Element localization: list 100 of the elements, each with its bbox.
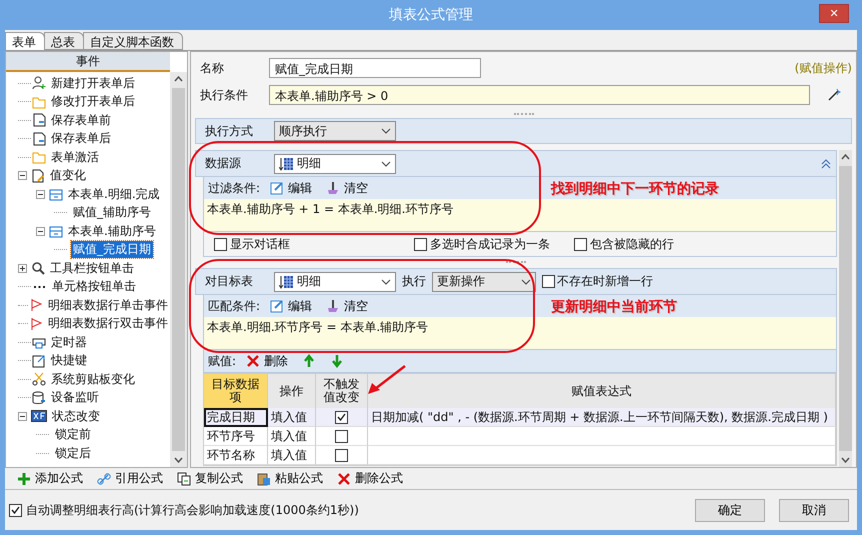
checkbox[interactable] [214,238,227,250]
collapse-toggle-icon[interactable] [18,171,27,180]
tree-item[interactable]: 本表单.辅助序号 [66,222,158,240]
database-icon [32,390,46,405]
table-icon [279,156,293,170]
shortcut-icon [32,354,46,368]
tree-item[interactable]: 状态改变 [50,408,102,425]
toolbar-button[interactable]: 删除公式 [333,470,407,487]
checkbox[interactable] [335,448,348,462]
user-add-icon [32,76,46,90]
table-cell: 环节名称 [204,446,268,465]
toolbar-button[interactable]: 粘贴公式 [253,470,327,487]
folder-icon [32,150,46,164]
tree-item[interactable]: 本表单.明细.完成 [66,186,162,203]
tab[interactable]: 总表 [44,32,84,50]
tree-item[interactable]: 单元格按钮单击 [50,278,138,296]
ok-button[interactable]: 确定 [695,498,765,522]
cancel-button[interactable]: 取消 [779,498,849,522]
checkbox[interactable] [414,238,427,250]
folder-icon [32,94,46,109]
tab[interactable]: 自定义脚本函数 [83,32,183,50]
scroll-up-icon[interactable] [174,76,183,82]
tree-item[interactable]: 设备监听 [49,389,101,406]
tree-item[interactable]: 保存表单后 [49,130,113,148]
checkbox[interactable] [574,238,587,250]
checkbox[interactable] [335,430,348,442]
checkbox[interactable] [335,410,348,424]
tree-item[interactable]: 新建打开表单后 [49,74,137,92]
scrollbar[interactable] [839,150,852,467]
source-select[interactable]: 明细 [274,154,396,174]
toolbar-button[interactable]: 引用公式 [93,470,167,487]
tree-item[interactable]: 明细表数据行单击事件 [46,296,170,314]
scissors-icon [32,372,46,386]
tree-item[interactable]: 保存表单前 [49,112,113,129]
table-icon [49,187,63,202]
collapse-toggle-icon[interactable] [36,190,45,199]
flag-icon [29,316,43,331]
scroll-down-icon[interactable] [841,457,850,463]
filter-expression[interactable]: 本表单.辅助序号 + 1 = 本表单.明细.环节序号 [204,199,836,231]
scroll-down-icon[interactable] [174,457,183,463]
toolbar-button[interactable]: 复制公式 [173,470,247,487]
field-label: 执行条件 [199,86,249,104]
column-header: 操作 [268,374,316,408]
match-expression[interactable]: 本表单.明细.环节序号 = 本表单.辅助序号 [204,317,836,349]
close-button[interactable]: ✕ [819,4,849,23]
tree-item[interactable]: 锁定后 [53,444,93,462]
field-label: 过滤条件: [208,180,260,196]
scrollbar[interactable] [170,72,187,467]
dots-icon [34,286,45,288]
tree-item[interactable]: 明细表数据行双击事件 [46,315,170,332]
edit-button[interactable]: 编辑 [266,180,316,196]
target-select[interactable]: 明细 [274,272,396,292]
tree-item[interactable]: 赋值_辅助序号 [71,204,153,222]
checkbox-label: 自动调整明细表行高(计算行高会影响加载速度(1000条约1秒)) [26,502,359,518]
up-arrow-icon [302,354,316,368]
tree-item[interactable]: 赋值_完成日期 [71,241,153,258]
condition-field[interactable]: 本表单.辅助序号 > 0 [269,85,810,105]
tree-item[interactable]: 表单激活 [49,148,101,166]
checkbox-label: 不存在时新增一行 [557,273,653,290]
clear-button[interactable]: 清空 [322,298,372,314]
annotation: 更新明细中当前环节 [551,298,677,316]
field-label: 执行 [402,273,426,290]
document-icon [31,168,45,183]
tree-item[interactable]: 定时器 [49,334,89,351]
column-header: 赋值表达式 [368,374,836,408]
clear-button[interactable]: 清空 [322,180,372,196]
edit-button[interactable]: 编辑 [266,298,316,314]
collapse-toggle-icon[interactable] [36,226,45,236]
checkbox[interactable] [9,504,22,516]
tree-item[interactable]: 值变化 [48,167,88,184]
tree-item[interactable]: 修改打开表单后 [49,93,137,110]
tree-item[interactable]: 工具栏按钮单击 [48,260,136,277]
expand-toggle-icon[interactable] [18,264,27,273]
paste-icon [257,472,271,486]
tab[interactable]: 表单 [5,32,45,50]
field-label: 数据源 [204,155,242,172]
tree-item[interactable]: 快捷键 [49,352,89,370]
arrow-icon [367,365,407,395]
caret-icon [381,278,391,284]
eraser-icon [326,299,340,313]
caret-icon [381,128,391,134]
scroll-up-icon[interactable] [841,154,850,160]
checkbox-label: 包含被隐藏的行 [590,236,674,252]
save-icon [32,113,46,128]
action-select[interactable]: 更新操作 [432,272,536,292]
name-field[interactable]: 赋值_完成日期 [269,58,481,78]
caret-icon [521,278,531,284]
table-cell: 完成日期 [204,408,268,427]
tree-item[interactable]: 锁定前 [53,426,93,444]
collapse-toggle-icon[interactable] [18,412,27,421]
mode-select[interactable]: 顺序执行 [274,121,396,141]
tree-item[interactable]: 系统剪贴板变化 [49,370,137,388]
delete-button[interactable]: 删除 [242,352,292,370]
toolbar-button[interactable]: 添加公式 [13,470,87,487]
link-icon [97,472,111,486]
window-title: 填表公式管理 [389,6,473,24]
checkbox[interactable] [542,275,555,288]
search-icon [31,261,45,276]
field-label: 名称 [199,60,225,76]
copy-icon [177,472,191,486]
